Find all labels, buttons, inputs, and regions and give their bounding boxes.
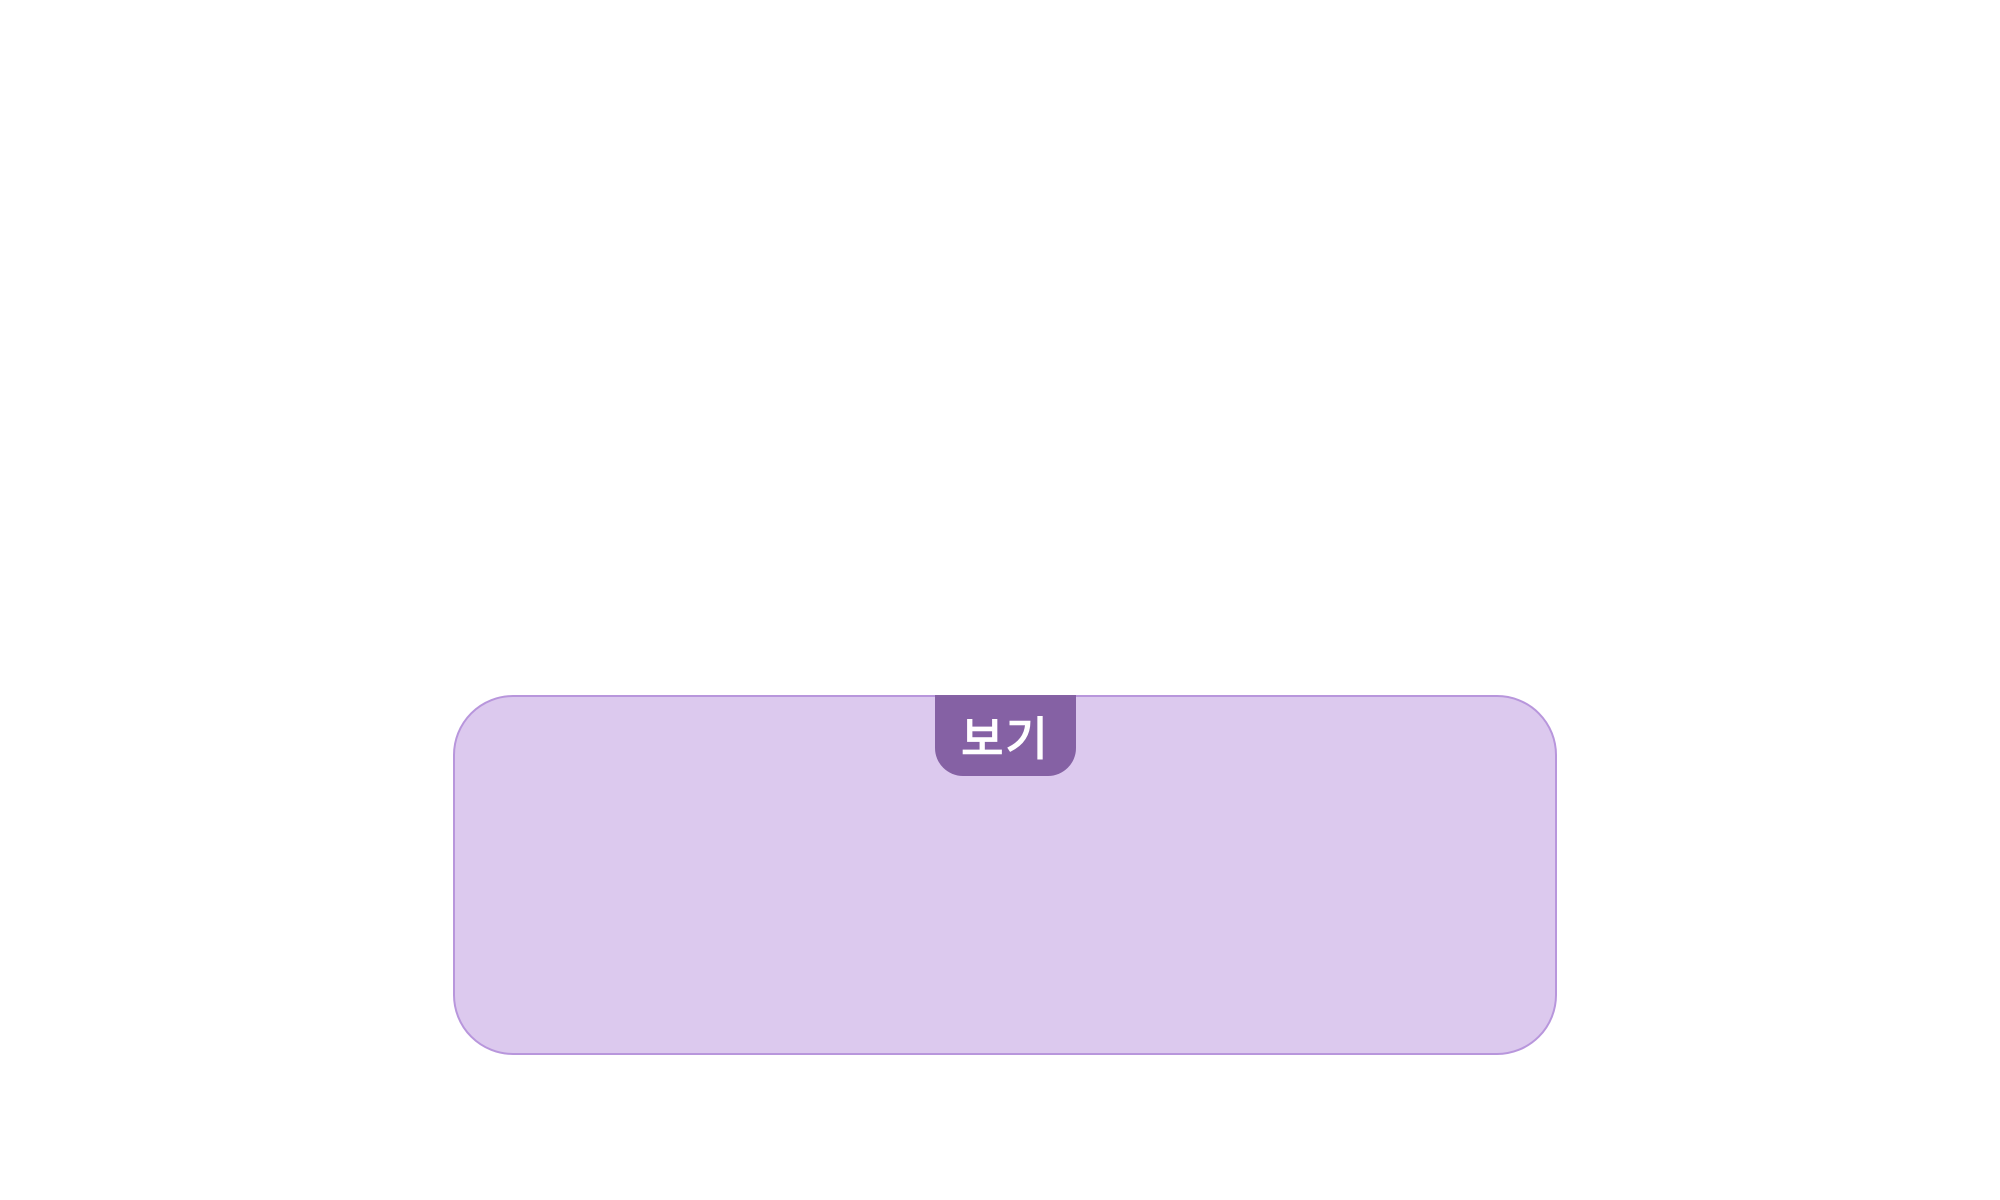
canvas: 보기 <box>0 0 2000 1200</box>
view-tab[interactable]: 보기 <box>935 695 1076 776</box>
